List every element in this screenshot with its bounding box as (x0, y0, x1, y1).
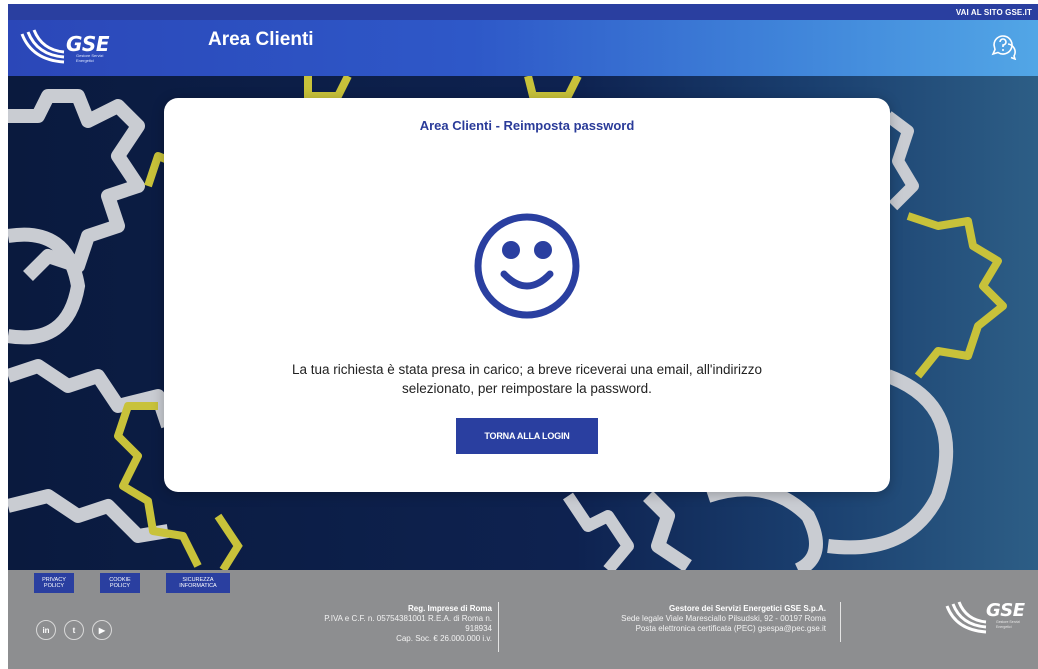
footer: PRIVACY POLICY COOKIE POLICY SICUREZZA INFO… (8, 570, 1038, 669)
page-title: Area Clienti (208, 29, 314, 50)
footer-logo-wordmark: GSE (986, 600, 1025, 621)
registry-line-2: 918934 (465, 624, 492, 633)
company-info: Gestore dei Servizi Energetici GSE S.p.A… (548, 604, 826, 634)
company-line-2: Posta elettronica certificata (PEC) gses… (635, 624, 826, 633)
gse-logo[interactable]: GSE Gestore Servizi Energetici (18, 26, 118, 68)
cookie-policy-link[interactable]: COOKIE POLICY (100, 573, 140, 593)
confirmation-message: La tua richiesta è stata presa in carico… (224, 360, 830, 398)
registry-info: Reg. Imprese di Roma P.IVA e C.F. n. 057… (268, 604, 492, 644)
header-bar: GSE Gestore Servizi Energetici Area Clie… (8, 20, 1038, 76)
footer-divider (498, 602, 499, 652)
smiley-icon (474, 213, 580, 319)
company-line-1: Sede legale Viale Maresciallo Pilsudski,… (621, 614, 826, 623)
gse-swoosh-icon (20, 29, 65, 64)
privacy-policy-link[interactable]: PRIVACY POLICY (34, 573, 74, 593)
footer-divider (840, 602, 841, 642)
linkedin-icon[interactable]: in (36, 620, 56, 640)
registry-line-3: Cap. Soc. € 26.000.000 i.v. (396, 634, 492, 643)
message-line-1: La tua richiesta è stata presa in carico… (291, 362, 763, 377)
footer-logo-subtext: Gestore Servizi Energetici (996, 620, 1020, 629)
cookie-line-2: POLICY (109, 583, 131, 589)
top-strip: VAI AL SITO GSE.IT (8, 4, 1038, 20)
registry-title: Reg. Imprese di Roma (407, 604, 492, 613)
gse-swoosh-icon (945, 601, 987, 634)
card-title: Area Clienti - Reimposta password (419, 118, 635, 133)
registry-line-1: P.IVA e C.F. n. 05754381001 R.E.A. di Ro… (324, 614, 492, 623)
help-chat-icon[interactable] (990, 32, 1018, 61)
security-link[interactable]: SICUREZZA INFORMATICA (166, 573, 230, 593)
logo-subtext: Gestore Servizi Energetici (76, 53, 104, 63)
message-line-2: selezionato, per reimpostare la password… (402, 381, 652, 396)
youtube-icon[interactable]: ▶ (92, 620, 112, 640)
back-to-login-button[interactable]: TORNA ALLA LOGIN (456, 418, 598, 454)
twitter-icon[interactable]: t (64, 620, 84, 640)
reset-password-card: Area Clienti - Reimposta password La tua… (164, 98, 890, 492)
visit-site-link[interactable]: VAI AL SITO GSE.IT (956, 8, 1038, 17)
company-title: Gestore dei Servizi Energetici GSE S.p.A… (669, 604, 826, 613)
privacy-line-2: POLICY (43, 583, 65, 589)
security-line-2: INFORMATICA (179, 583, 217, 589)
footer-gse-logo[interactable]: GSE Gestore Servizi Energetici (944, 598, 1034, 638)
